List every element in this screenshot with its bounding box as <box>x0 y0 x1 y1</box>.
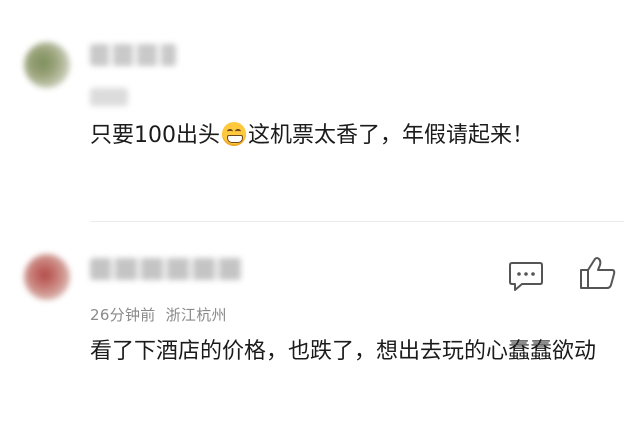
like-button[interactable] <box>578 256 618 290</box>
avatar[interactable] <box>24 254 70 300</box>
thumbs-up-icon <box>580 257 616 289</box>
author-name-blurred[interactable] <box>90 258 242 280</box>
comment-text: 只要100出头 这机票太香了，年假请起来！ <box>90 116 610 156</box>
comment-meta-blurred <box>90 88 128 106</box>
comment-location: 浙江杭州 <box>165 306 227 324</box>
comment-text-part: 这机票太香了，年假请起来！ <box>248 123 535 148</box>
grinning-face-icon <box>222 122 246 146</box>
divider <box>90 221 624 222</box>
comment-time: 26分钟前 <box>90 306 156 324</box>
comment-item: 26分钟前 浙江杭州 看了下酒店的价格，也跌了，想出去玩的心蠢蠢欲动 <box>0 224 640 447</box>
avatar[interactable] <box>24 42 70 88</box>
comment-item: 只要100出头 这机票太香了，年假请起来！ <box>0 0 640 222</box>
comment-text-part: 只要100出头 <box>90 123 220 148</box>
author-name-blurred[interactable] <box>90 44 176 66</box>
comment-icon <box>509 262 543 291</box>
reply-button[interactable] <box>508 260 544 292</box>
comment-meta: 26分钟前 浙江杭州 <box>90 304 227 325</box>
comment-text: 看了下酒店的价格，也跌了，想出去玩的心蠢蠢欲动 <box>90 339 597 364</box>
